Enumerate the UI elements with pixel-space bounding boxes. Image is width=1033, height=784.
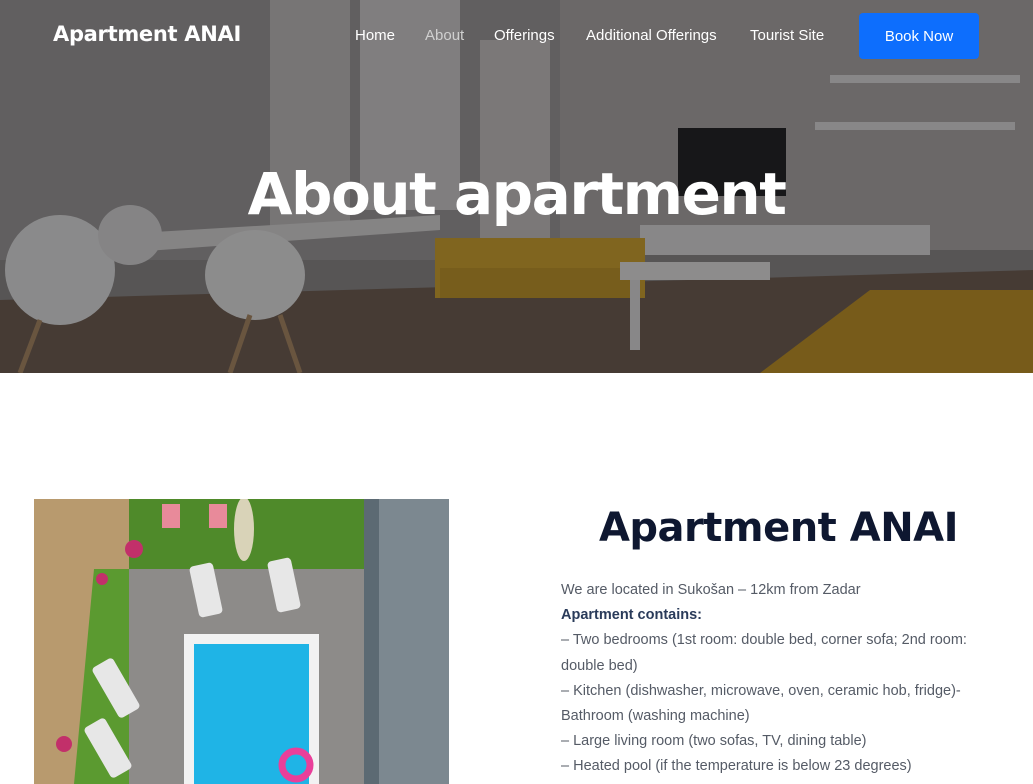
nav-home[interactable]: Home xyxy=(355,27,395,44)
pool-photo-image xyxy=(34,499,449,784)
description-kitchen: – Kitchen (dishwasher, microwave, oven, … xyxy=(561,682,961,699)
site-logo[interactable]: Apartment ANAI xyxy=(53,22,241,46)
description-contains-heading: Apartment contains: xyxy=(561,607,702,624)
nav-additional-offerings[interactable]: Additional Offerings xyxy=(586,27,717,44)
description-location: We are located in Sukošan – 12km from Za… xyxy=(561,582,861,598)
apartment-description: We are located in Sukošan – 12km from Za… xyxy=(561,578,1001,780)
description-living-room: – Large living room (two sofas, TV, dini… xyxy=(561,733,867,750)
nav-offerings[interactable]: Offerings xyxy=(494,27,555,44)
page-title: About apartment xyxy=(247,160,787,228)
apartment-title: Apartment ANAI xyxy=(598,505,959,551)
book-now-button[interactable]: Book Now xyxy=(859,13,979,59)
pool-aerial-photo xyxy=(34,499,449,784)
description-pool: – Heated pool (if the temperature is bel… xyxy=(561,758,912,775)
hero-section: Apartment ANAI Home About Offerings Addi… xyxy=(0,0,1033,373)
nav-tourist-site[interactable]: Tourist Site xyxy=(750,27,824,44)
nav-about[interactable]: About xyxy=(425,27,464,44)
description-bedrooms-cont: double bed) xyxy=(561,657,638,674)
description-bedrooms: – Two bedrooms (1st room: double bed, co… xyxy=(561,632,967,649)
description-bathroom: Bathroom (washing machine) xyxy=(561,708,750,725)
